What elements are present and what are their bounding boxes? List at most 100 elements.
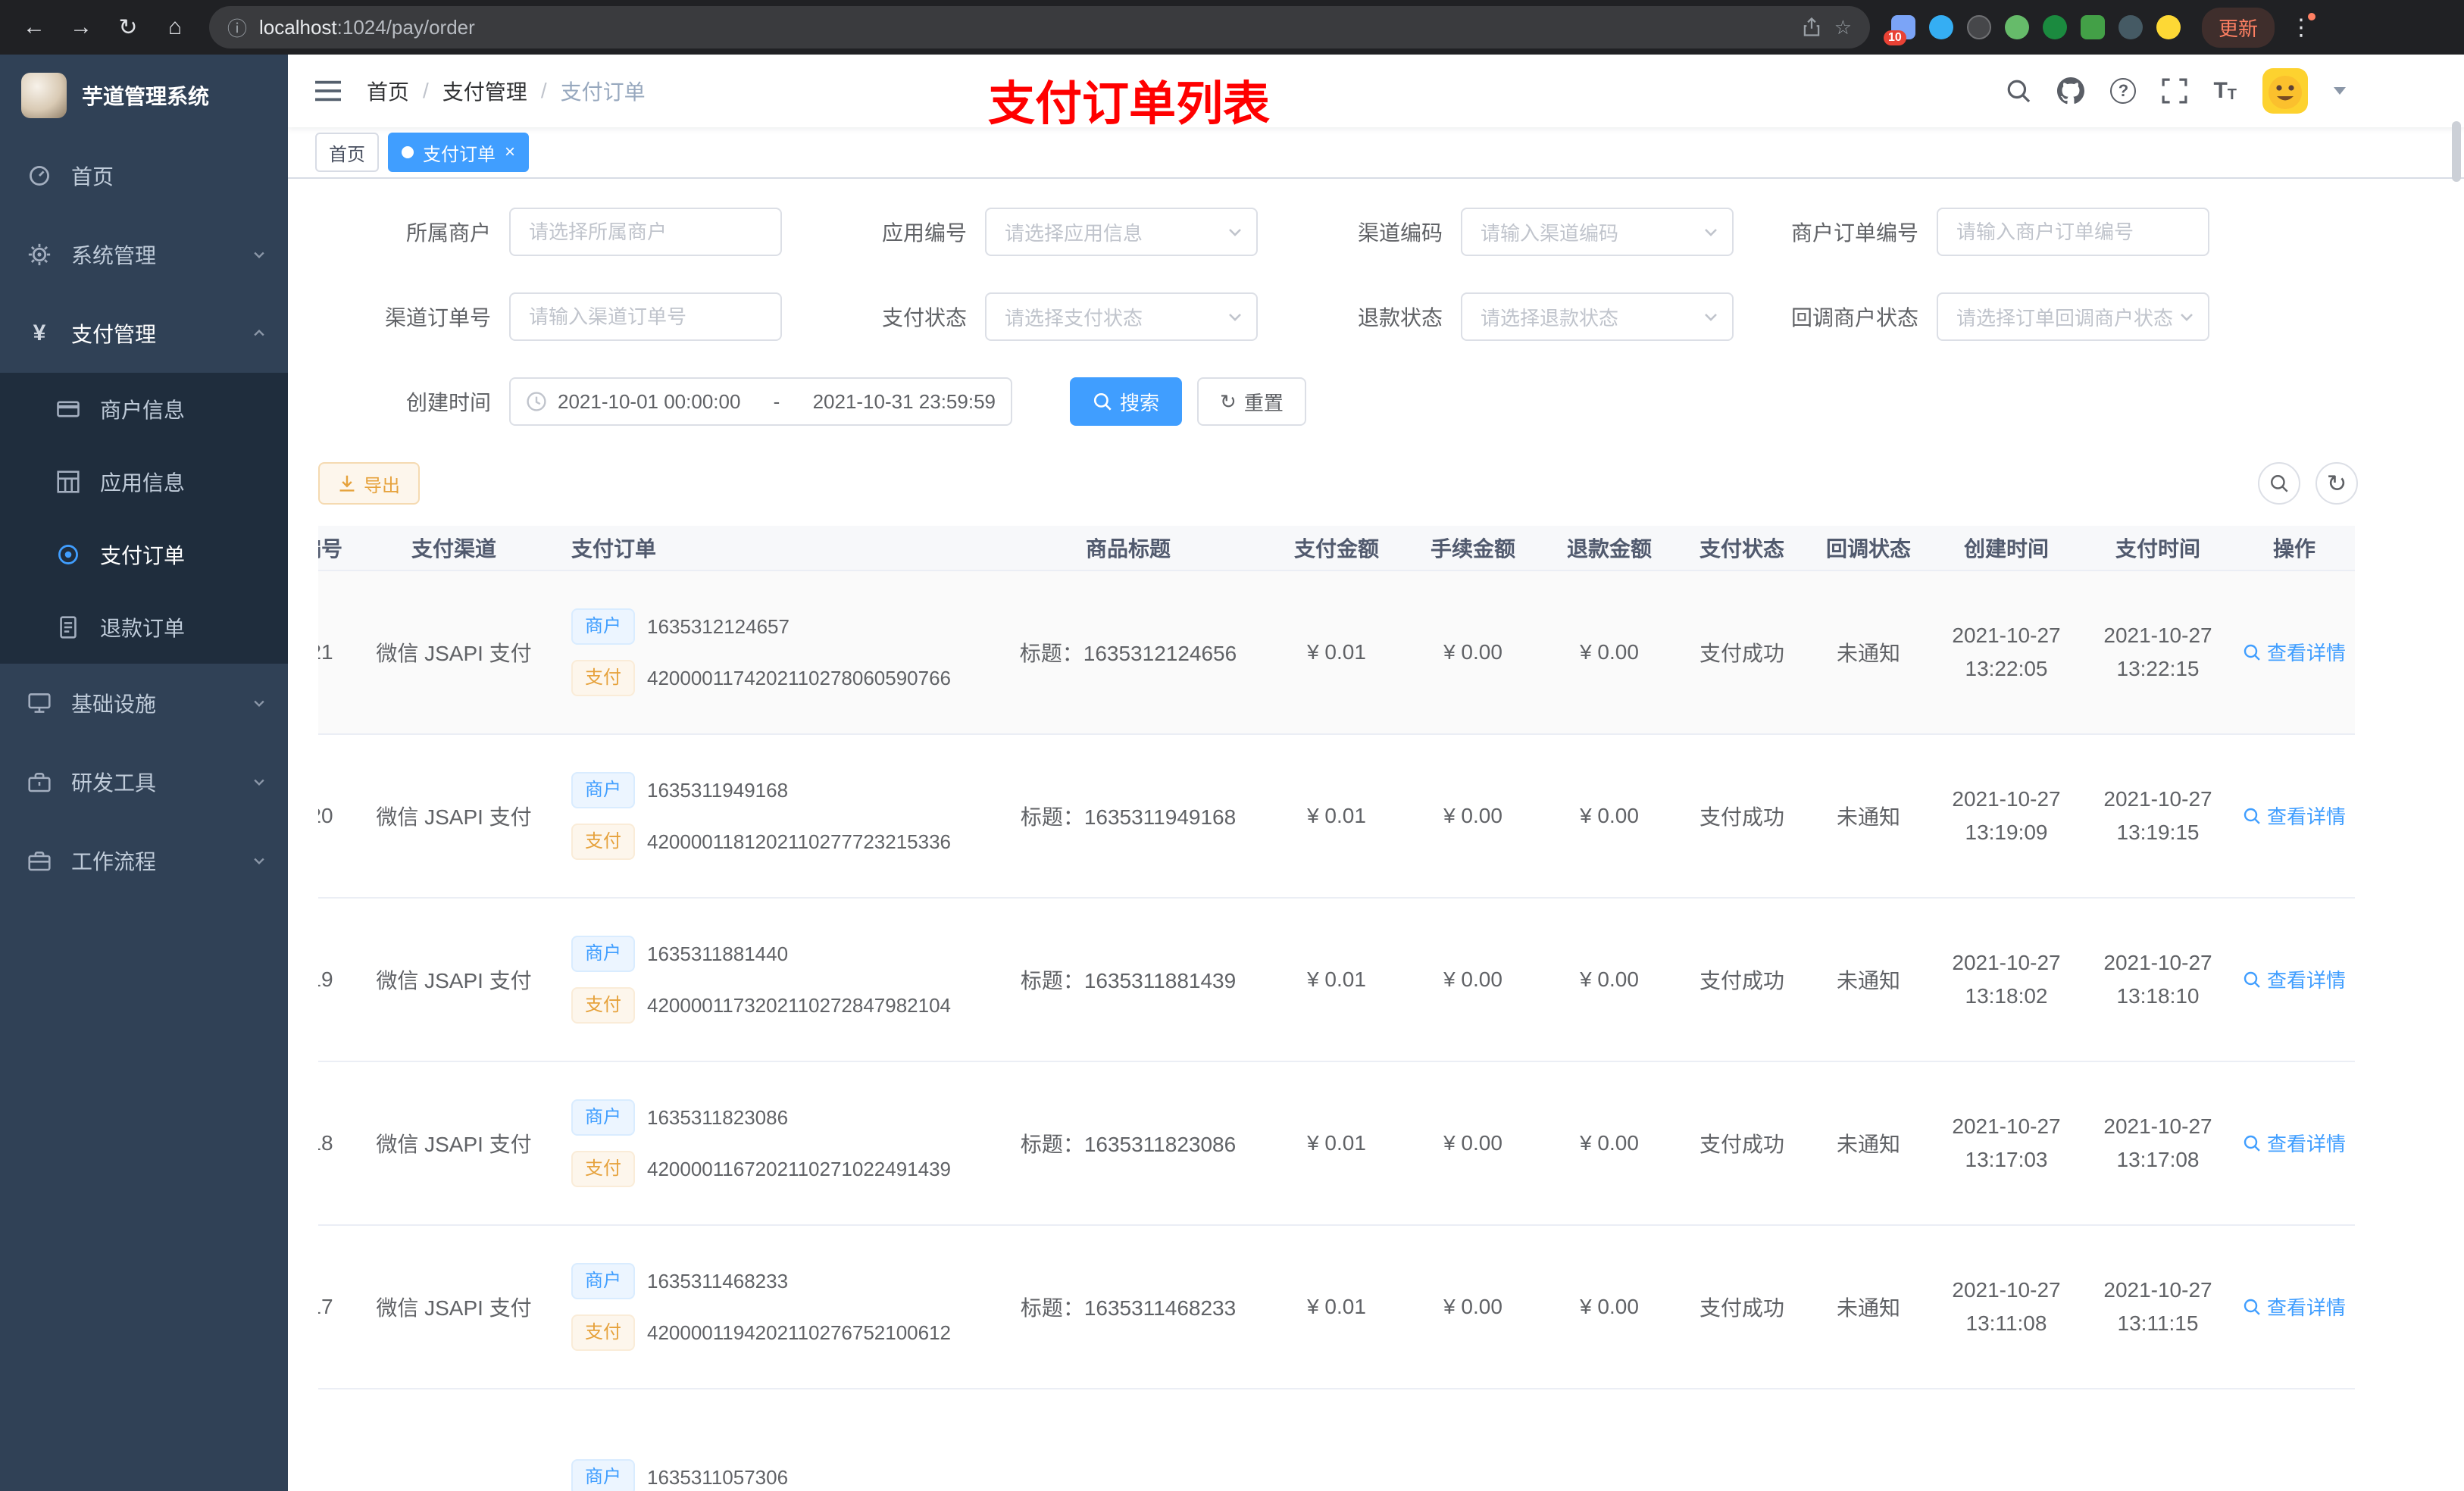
pay-channel-cell [367,1389,541,1491]
merchant-order-no-input[interactable] [1937,208,2209,256]
url-bar[interactable]: ⓘ localhost:1024/pay/order ☆ [209,6,1870,48]
bookmark-star-icon[interactable]: ☆ [1834,16,1852,39]
pay-order-cell: 商户 1635311057306 [541,1389,988,1491]
extensions-area: 10 [1884,15,2181,45]
toggle-search-button[interactable] [2258,462,2300,505]
chrome-update-button[interactable]: 更新 [2202,7,2275,48]
col-id: 编号 [318,526,367,571]
create-time-range-picker[interactable]: 2021-10-01 00:00:00 - 2021-10-31 23:59:5… [509,377,1012,426]
search-icon[interactable] [2006,78,2031,104]
reload-icon[interactable]: ↻ [106,5,150,49]
breadcrumb-home[interactable]: 首页 [367,76,409,106]
reset-button[interactable]: ↻ 重置 [1197,377,1306,426]
extension-icon[interactable] [2043,15,2067,39]
merchant-tag: 商户 [571,1099,635,1136]
share-icon[interactable] [1801,17,1822,38]
refund-amount-cell: ¥ 0.00 [1541,571,1678,735]
extension-icon[interactable] [2005,15,2029,39]
github-icon[interactable] [2057,77,2085,105]
filter-row-1: 所属商户 应用编号 请选择应用信息 渠道编码 请输入渠道编码 [318,208,2434,256]
scrollbar-thumb[interactable] [2452,121,2461,182]
monitor-icon [27,692,52,714]
sidebar-item-pay-order[interactable]: 支付订单 [0,518,288,591]
sidebar-item-system[interactable]: 系统管理 [0,215,288,294]
close-icon[interactable]: × [505,143,515,161]
field-label: 应用编号 [881,221,967,245]
refund-status-select[interactable]: 请选择退款状态 [1461,292,1734,341]
pay-channel-cell: 微信 JSAPI 支付 [367,1062,541,1226]
breadcrumb-payment[interactable]: 支付管理 [442,76,527,106]
sidebar-item-infra[interactable]: 基础设施 [0,664,288,742]
col-status: 支付状态 [1678,526,1806,571]
extension-icon[interactable] [2081,15,2105,39]
export-button[interactable]: 导出 [318,462,420,505]
font-size-icon[interactable]: TT [2213,78,2237,104]
extension-icon[interactable] [1929,15,1953,39]
toolbox-icon [27,771,52,793]
search-button[interactable]: 搜索 [1070,377,1183,426]
pay-channel-cell: 微信 JSAPI 支付 [367,899,541,1062]
hamburger-icon[interactable] [315,80,341,102]
refund-amount-cell: ¥ 0.00 [1541,1226,1678,1389]
menu-label: 基础设施 [71,692,157,716]
filter-merchant-order-no: 商户订单编号 [1770,208,2209,256]
sidebar-item-dev-tools[interactable]: 研发工具 [0,742,288,821]
pay-status-select[interactable]: 请选择支付状态 [985,292,1258,341]
navbar-actions: ? TT [2006,55,2346,127]
caret-down-icon[interactable] [2334,87,2346,95]
view-detail-link[interactable]: 查看详情 [2243,1293,2346,1321]
forward-icon[interactable]: → [59,5,103,49]
help-icon[interactable]: ? [2110,78,2137,104]
site-info-icon[interactable]: ⓘ [227,14,247,42]
view-detail-link[interactable]: 查看详情 [2243,802,2346,830]
app-logo[interactable]: 芋道管理系统 [0,55,288,136]
extension-icon[interactable] [1967,15,1991,39]
refund-amount-cell: ¥ 0.00 [1541,899,1678,1062]
filter-channel-order-no: 渠道订单号 [342,292,782,341]
sidebar-item-app-info[interactable]: 应用信息 [0,445,288,518]
browser-menu-icon[interactable]: ⋮ [2290,12,2316,41]
merchant-order-no: 1635311823086 [647,1105,789,1129]
filter-pay-status: 支付状态 请选择支付状态 [818,292,1258,341]
channel-order-no-input[interactable] [509,292,782,341]
extension-icon[interactable] [2156,15,2181,39]
breadcrumb-current: 支付订单 [560,80,646,104]
merchant-tag: 商户 [571,936,635,972]
callback-status-select[interactable]: 请选择订单回调商户状态 [1937,292,2209,341]
back-icon[interactable]: ← [12,5,56,49]
merchant-order-no: 1635311468233 [647,1269,789,1293]
tab-pay-order[interactable]: 支付订单 × [388,133,530,172]
notify-status-cell: 未通知 [1806,571,1931,735]
home-icon[interactable]: ⌂ [153,5,197,49]
pay-amount-cell: ¥ 0.01 [1268,735,1405,899]
merchant-input[interactable] [509,208,782,256]
briefcase-icon [27,849,52,872]
tags-view-bar: 首页 支付订单 × [288,127,2464,179]
sidebar-item-refund-order[interactable]: 退款订单 [0,591,288,664]
menu-label: 系统管理 [71,244,157,267]
chevron-down-icon [252,695,267,711]
view-detail-link[interactable]: 查看详情 [2243,638,2346,666]
app-no-select[interactable]: 请选择应用信息 [985,208,1258,256]
filter-callback-status: 回调商户状态 请选择订单回调商户状态 [1770,292,2209,341]
avatar[interactable] [2262,68,2308,114]
sidebar-item-payment[interactable]: ¥ 支付管理 [0,294,288,373]
pay-amount-cell: ¥ 0.01 [1268,1062,1405,1226]
view-detail-link[interactable]: 查看详情 [2243,1129,2346,1157]
pay-time-cell: 2021-10-27 13:17:08 [2082,1062,2234,1226]
extension-icon[interactable]: 10 [1884,15,1915,45]
fullscreen-icon[interactable] [2162,78,2187,104]
sidebar-item-workflow[interactable]: 工作流程 [0,821,288,900]
refresh-button[interactable]: ↻ [2315,462,2358,505]
field-label: 退款状态 [1357,306,1443,330]
channel-pay-no: 4200001174202110278060590766 [647,666,952,689]
actions-cell: 查看详情 [2234,735,2355,899]
sidebar-item-home[interactable]: 首页 [0,136,288,215]
view-detail-link[interactable]: 查看详情 [2243,965,2346,993]
channel-code-select[interactable]: 请输入渠道编码 [1461,208,1734,256]
tab-home[interactable]: 首页 [315,133,379,172]
pay-status-cell: 支付成功 [1678,899,1806,1062]
sidebar-item-merchant-info[interactable]: 商户信息 [0,373,288,445]
extension-icon[interactable] [2118,15,2143,39]
create-time-cell: 2021-10-27 13:11:08 [1931,1226,2082,1389]
